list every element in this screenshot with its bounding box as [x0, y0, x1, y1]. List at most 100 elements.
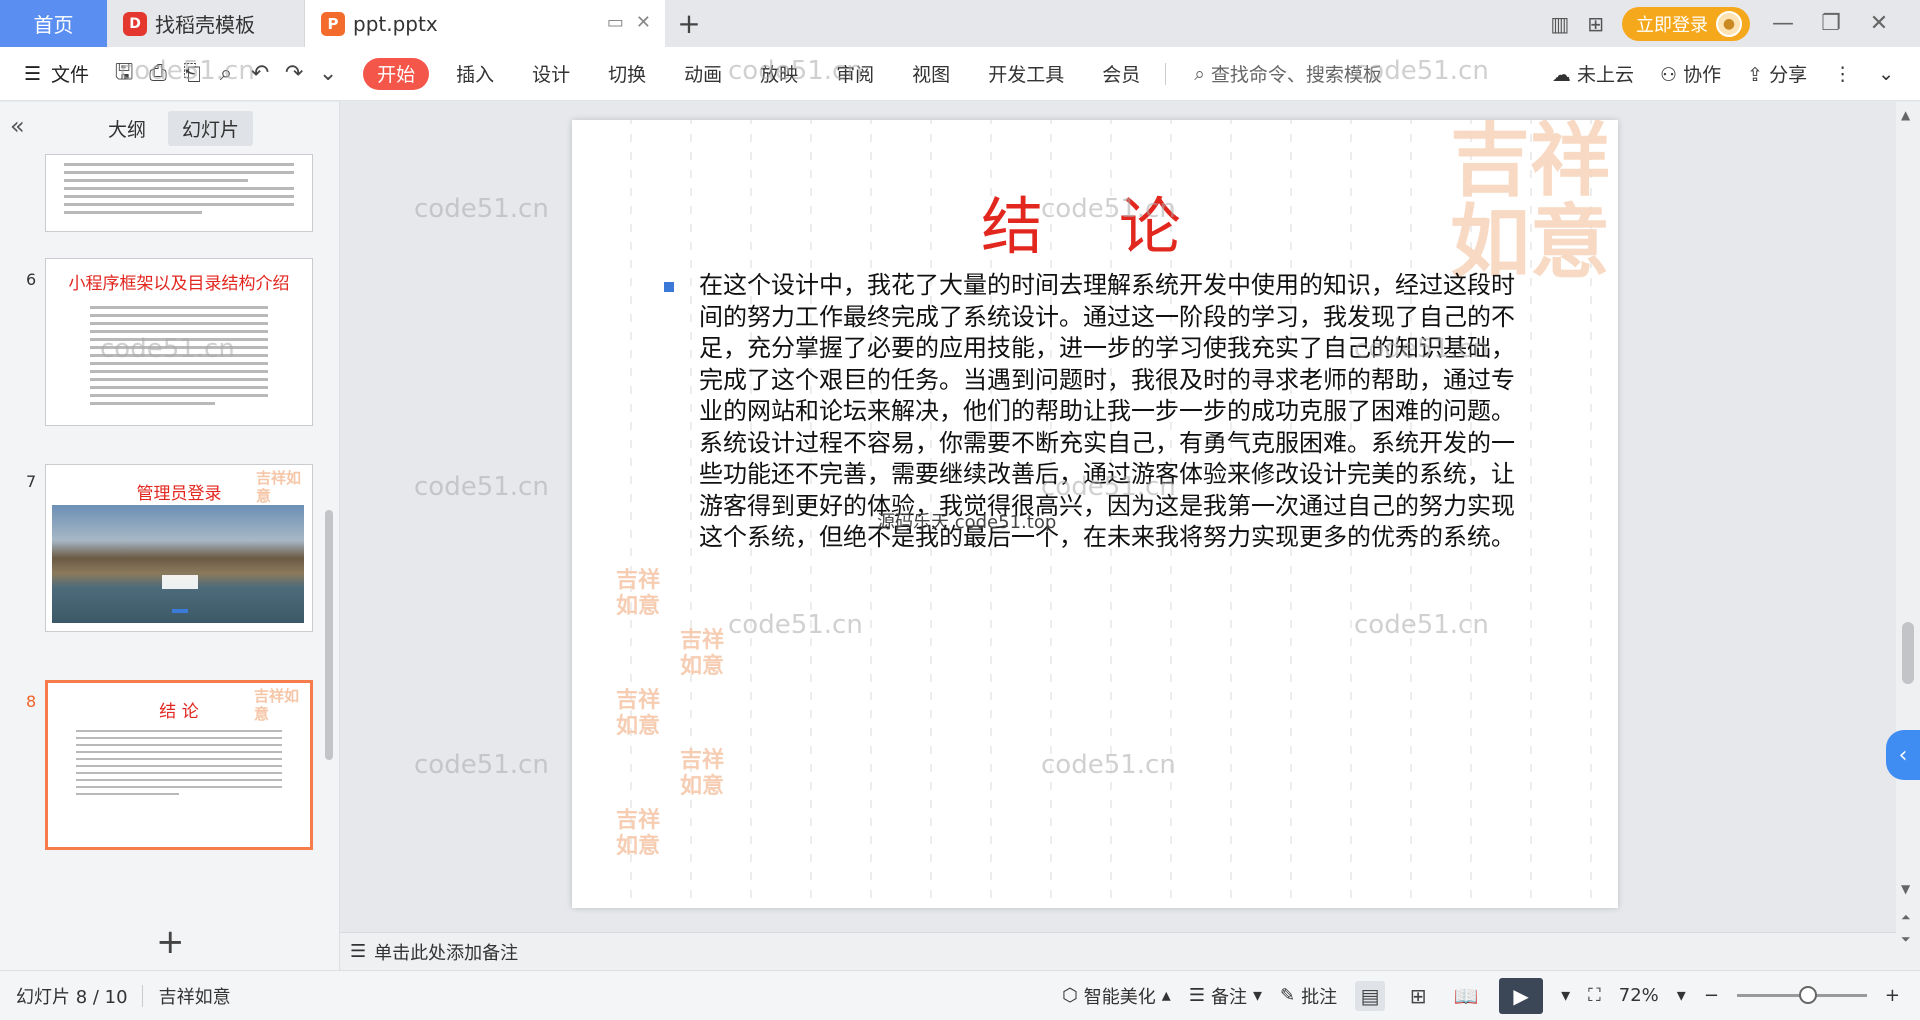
more-quick-icon[interactable]: ⌄	[311, 57, 345, 91]
zoom-level[interactable]: 72%	[1619, 985, 1659, 1006]
thumbnail-landscape-image	[52, 505, 304, 623]
share-label: 分享	[1769, 64, 1808, 86]
notes-placeholder: 单击此处添加备注	[374, 942, 519, 964]
slide-thumbnail-7[interactable]: 管理员登录 吉祥如意	[45, 464, 313, 632]
export-pdf-icon[interactable]: ⎙	[141, 57, 175, 91]
vertical-scrollbar[interactable]: ▲ ▼ ⏶ ⏷	[1896, 102, 1920, 970]
ribbon-tab-slideshow[interactable]: 放映	[741, 58, 817, 90]
close-tab-icon[interactable]: ✕	[636, 12, 651, 33]
notes-toggle-button[interactable]: ☰ 备注 ▾	[1189, 983, 1262, 1009]
ribbon-tab-view[interactable]: 视图	[893, 58, 969, 90]
stamp-graphic-small: 吉祥如意	[616, 808, 661, 859]
zoom-out-icon[interactable]: −	[1704, 985, 1719, 1006]
layout-icon[interactable]: ▥	[1550, 12, 1569, 36]
slide-thumbnail-8[interactable]: 结 论 吉祥如意	[45, 680, 313, 850]
slide-number-8: 8	[26, 692, 37, 711]
fit-window-icon[interactable]: ⛶	[1588, 985, 1601, 1006]
ribbon-tab-design[interactable]: 设计	[513, 58, 589, 90]
float-window-icon[interactable]: ▭	[607, 12, 624, 33]
status-bar: 幻灯片 8 / 10 吉祥如意 ⬡ 智能美化 ▴ ☰ 备注 ▾ ✎ 批注 ▤ ⊞…	[0, 970, 1920, 1020]
scroll-up-icon[interactable]: ▲	[1901, 108, 1910, 122]
reading-view-icon[interactable]: 📖	[1451, 981, 1481, 1011]
close-window-icon[interactable]: ✕	[1864, 11, 1894, 36]
status-divider	[141, 984, 143, 1007]
slide-body-text[interactable]: 在这个设计中，我花了大量的时间去理解系统开发中使用的知识，经过这段时间的努力工作…	[699, 270, 1527, 554]
side-panel-toggle-icon[interactable]: ‹	[1886, 730, 1920, 780]
slide-thumbnail-6[interactable]: 小程序框架以及目录结构介绍	[45, 258, 313, 426]
thumbnail-text-lines	[46, 155, 312, 227]
zoom-slider[interactable]	[1736, 986, 1867, 1004]
notes-bar[interactable]: ☰ 单击此处添加备注	[340, 932, 1896, 970]
command-search[interactable]: ⌕ 查找命令、搜索模板	[1194, 60, 1382, 87]
theme-name[interactable]: 吉祥如意	[159, 983, 245, 1009]
ppt-file-icon: P	[321, 11, 345, 36]
login-button[interactable]: 立即登录 ●	[1622, 6, 1750, 41]
play-slideshow-icon[interactable]: ▶	[1499, 977, 1544, 1014]
next-slide-icon[interactable]: ⏷	[1901, 932, 1911, 947]
apps-grid-icon[interactable]: ⊞	[1587, 12, 1604, 36]
restore-icon[interactable]: ❐	[1816, 11, 1846, 36]
share-icon: ⇪	[1747, 64, 1764, 86]
login-button-graphic	[172, 609, 188, 613]
overlay-watermark-text: 源码乐天 code51.top	[877, 512, 1057, 533]
slide-number-7: 7	[26, 472, 37, 491]
ribbon-tab-developer[interactable]: 开发工具	[969, 58, 1083, 90]
minimize-icon[interactable]: —	[1768, 11, 1798, 36]
scrollbar-thumb[interactable]	[1902, 622, 1914, 684]
tab-template-store-label: 找稻壳模板	[155, 13, 255, 37]
ribbon-tab-member[interactable]: 会员	[1083, 58, 1159, 90]
ribbon-tab-transition[interactable]: 切换	[589, 58, 665, 90]
ribbon-tab-insert[interactable]: 插入	[437, 58, 513, 90]
tab-template-store[interactable]: D 找稻壳模板	[107, 0, 305, 47]
ribbon: ☰ 文件 🖫 ⎙ ⎗ ⌕ ↶ ↷ ⌄ 开始 插入 设计 切换 动画 放映 审阅 …	[0, 47, 1920, 101]
smart-beautify-button[interactable]: ⬡ 智能美化 ▴	[1062, 983, 1171, 1009]
current-slide[interactable]: 吉祥如意 结 论 在这个设计中，我花了大量的时间去理解系统开发中使用的知识，经过…	[572, 120, 1618, 908]
sorter-view-icon[interactable]: ⊞	[1403, 981, 1433, 1011]
tab-document[interactable]: P ppt.pptx ▭ ✕	[305, 0, 665, 47]
new-tab-button[interactable]: +	[665, 0, 713, 47]
panel-scrollbar[interactable]	[325, 510, 333, 760]
zoom-in-icon[interactable]: +	[1885, 985, 1900, 1006]
print-icon[interactable]: ⎗	[175, 57, 209, 91]
search-icon: ⌕	[1194, 62, 1205, 85]
prev-slide-icon[interactable]: ⏶	[1901, 910, 1911, 925]
tab-home[interactable]: 首页	[0, 0, 107, 47]
collab-button[interactable]: ⚇ 协作	[1660, 60, 1721, 87]
ribbon-tab-animation[interactable]: 动画	[665, 58, 741, 90]
slide-count: 幻灯片 8 / 10	[16, 986, 128, 1008]
share-button[interactable]: ⇪ 分享	[1747, 60, 1807, 87]
hamburger-icon: ☰	[24, 62, 42, 85]
save-icon[interactable]: 🖫	[107, 57, 141, 91]
chevron-up-icon: ▴	[1161, 985, 1171, 1006]
file-menu[interactable]: ☰ 文件	[0, 60, 107, 87]
comment-button[interactable]: ✎ 批注	[1280, 983, 1337, 1009]
collapse-ribbon-icon[interactable]: ⌄	[1878, 63, 1894, 85]
zoom-dropdown-icon[interactable]: ▾	[1677, 985, 1686, 1006]
more-options-icon[interactable]: ⋮	[1833, 63, 1852, 85]
notes-icon: ☰	[350, 941, 367, 962]
play-options-chevron-icon[interactable]: ▾	[1561, 985, 1570, 1006]
tab-outline[interactable]: 大纲	[94, 111, 160, 146]
ribbon-tab-review[interactable]: 审阅	[817, 58, 893, 90]
slide-thumbnail-5[interactable]	[45, 154, 313, 232]
notes-list-icon: ☰	[1188, 985, 1205, 1006]
cloud-status[interactable]: ☁ 未上云	[1552, 60, 1634, 87]
stamp-graphic-small: 吉祥如意	[680, 748, 725, 799]
scroll-down-icon[interactable]: ▼	[1901, 882, 1910, 896]
slide-title[interactable]: 结 论	[572, 176, 1618, 266]
tab-slides[interactable]: 幻灯片	[168, 110, 254, 146]
bullet-icon	[664, 282, 674, 292]
undo-icon[interactable]: ↶	[243, 57, 277, 91]
print-preview-icon[interactable]: ⌕	[209, 57, 243, 91]
ribbon-tab-home[interactable]: 开始	[363, 57, 430, 90]
thumbnail-text-lines	[48, 722, 310, 808]
collapse-panel-icon[interactable]: «	[10, 112, 25, 140]
collab-icon: ⚇	[1659, 64, 1678, 86]
normal-view-icon[interactable]: ▤	[1355, 980, 1386, 1011]
add-slide-button[interactable]: +	[156, 922, 185, 962]
ribbon-divider	[1165, 62, 1167, 85]
zoom-slider-knob[interactable]	[1798, 986, 1817, 1004]
tab-document-label: ppt.pptx	[353, 11, 438, 36]
cloud-icon: ☁	[1551, 64, 1571, 86]
redo-icon[interactable]: ↷	[277, 57, 311, 91]
